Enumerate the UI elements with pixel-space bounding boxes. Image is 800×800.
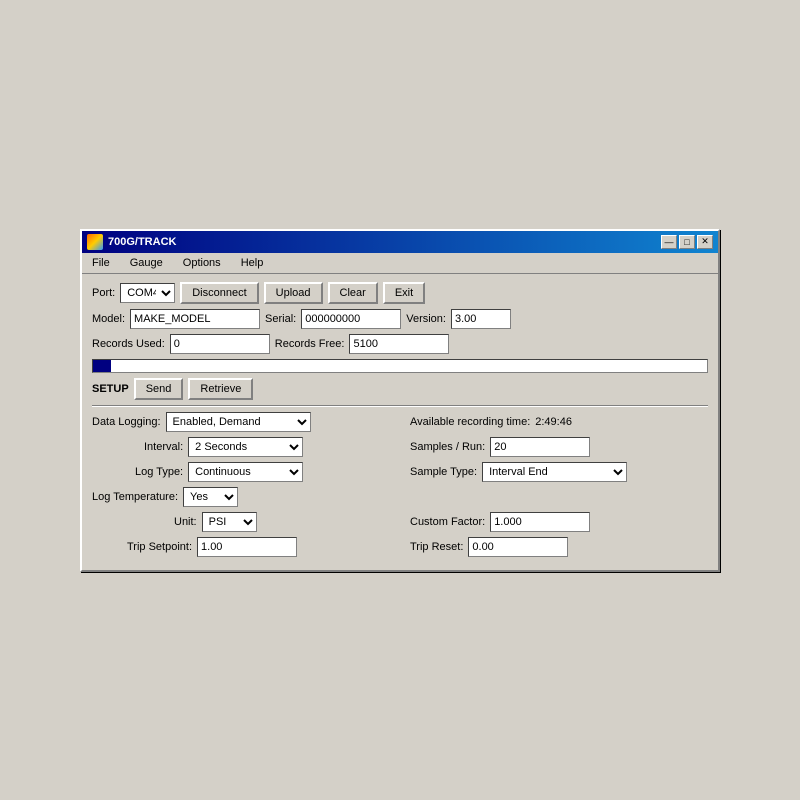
port-label: Port: <box>92 287 115 299</box>
available-recording-value: 2:49:46 <box>535 416 572 428</box>
setup-header-row: SETUP Send Retrieve <box>92 378 708 400</box>
device-info-row2: Records Used: Records Free: <box>92 334 708 354</box>
main-window: 700G/TRACK — □ ✕ File Gauge Options Help… <box>80 229 720 572</box>
minimize-button[interactable]: — <box>661 235 677 249</box>
retrieve-button[interactable]: Retrieve <box>188 378 253 400</box>
log-temperature-row: Log Temperature: Yes <box>92 487 708 507</box>
available-recording-label: Available recording time: <box>410 416 530 428</box>
main-content: Port: COM4 Disconnect Upload Clear Exit … <box>82 274 718 570</box>
menu-file[interactable]: File <box>87 255 115 271</box>
maximize-button[interactable]: □ <box>679 235 695 249</box>
sample-type-select[interactable]: Interval End <box>482 462 627 482</box>
log-type-left: Log Type: Continuous <box>92 462 402 482</box>
log-type-right: Sample Type: Interval End <box>410 462 627 482</box>
title-buttons: — □ ✕ <box>661 235 713 249</box>
sample-type-label: Sample Type: <box>410 466 477 478</box>
custom-factor-label: Custom Factor: <box>410 516 485 528</box>
model-label: Model: <box>92 313 125 325</box>
log-temperature-label: Log Temperature: <box>92 491 178 503</box>
records-free-label: Records Free: <box>275 338 345 350</box>
version-label: Version: <box>406 313 446 325</box>
log-type-row: Log Type: Continuous Sample Type: Interv… <box>92 462 708 482</box>
trip-reset-field[interactable] <box>468 537 568 557</box>
data-logging-left: Data Logging: Enabled, Demand <box>92 412 402 432</box>
unit-left: Unit: PSI <box>92 512 402 532</box>
serial-label: Serial: <box>265 313 296 325</box>
exit-button[interactable]: Exit <box>383 282 425 304</box>
divider <box>92 405 708 407</box>
trip-setpoint-right: Trip Reset: <box>410 537 568 557</box>
unit-right: Custom Factor: <box>410 512 590 532</box>
unit-row: Unit: PSI Custom Factor: <box>92 512 708 532</box>
menu-help[interactable]: Help <box>236 255 269 271</box>
menu-gauge[interactable]: Gauge <box>125 255 168 271</box>
data-logging-label: Data Logging: <box>92 416 161 428</box>
interval-select[interactable]: 2 Seconds <box>188 437 303 457</box>
records-used-field[interactable] <box>170 334 270 354</box>
model-field[interactable] <box>130 309 260 329</box>
log-temperature-left: Log Temperature: Yes <box>92 487 402 507</box>
trip-setpoint-left: Trip Setpoint: <box>92 537 402 557</box>
records-free-field[interactable] <box>349 334 449 354</box>
trip-setpoint-field[interactable] <box>197 537 297 557</box>
progress-bar-container <box>92 359 708 373</box>
unit-select[interactable]: PSI <box>202 512 257 532</box>
app-icon <box>87 234 103 250</box>
interval-right: Samples / Run: <box>410 437 590 457</box>
send-button[interactable]: Send <box>134 378 184 400</box>
clear-button[interactable]: Clear <box>328 282 378 304</box>
close-button[interactable]: ✕ <box>697 235 713 249</box>
samples-run-field[interactable] <box>490 437 590 457</box>
samples-run-label: Samples / Run: <box>410 441 485 453</box>
port-select[interactable]: COM4 <box>120 283 175 303</box>
custom-factor-field[interactable] <box>490 512 590 532</box>
serial-field[interactable] <box>301 309 401 329</box>
data-logging-right: Available recording time: 2:49:46 <box>410 416 572 428</box>
menu-options[interactable]: Options <box>178 255 226 271</box>
data-logging-row: Data Logging: Enabled, Demand Available … <box>92 412 708 432</box>
setup-label: SETUP <box>92 383 129 395</box>
interval-left: Interval: 2 Seconds <box>92 437 402 457</box>
unit-label: Unit: <box>174 516 197 528</box>
log-type-select[interactable]: Continuous <box>188 462 303 482</box>
title-bar: 700G/TRACK — □ ✕ <box>82 231 718 253</box>
upload-button[interactable]: Upload <box>264 282 323 304</box>
records-used-label: Records Used: <box>92 338 165 350</box>
version-field[interactable] <box>451 309 511 329</box>
window-title: 700G/TRACK <box>108 236 176 248</box>
disconnect-button[interactable]: Disconnect <box>180 282 258 304</box>
progress-bar-fill <box>93 360 111 372</box>
menu-bar: File Gauge Options Help <box>82 253 718 274</box>
log-temperature-select[interactable]: Yes <box>183 487 238 507</box>
interval-row: Interval: 2 Seconds Samples / Run: <box>92 437 708 457</box>
log-type-label: Log Type: <box>135 466 183 478</box>
interval-label: Interval: <box>144 441 183 453</box>
device-info-row1: Model: Serial: Version: <box>92 309 708 329</box>
data-logging-select[interactable]: Enabled, Demand <box>166 412 311 432</box>
title-bar-left: 700G/TRACK <box>87 234 176 250</box>
trip-setpoint-label: Trip Setpoint: <box>127 541 192 553</box>
toolbar-row: Port: COM4 Disconnect Upload Clear Exit <box>92 282 708 304</box>
trip-setpoint-row: Trip Setpoint: Trip Reset: <box>92 537 708 557</box>
trip-reset-label: Trip Reset: <box>410 541 463 553</box>
